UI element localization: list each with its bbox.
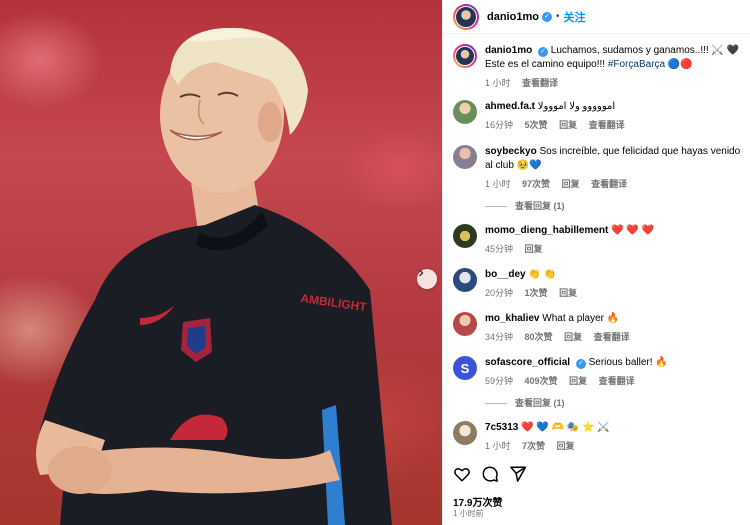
comment-time: 16分钟 [485, 120, 514, 130]
avatar[interactable] [453, 268, 477, 292]
caption: danio1mo ✓ Luchamos, sudamos y ganamos..… [453, 44, 745, 90]
comment-username[interactable]: momo_dieng_habillement [485, 225, 608, 236]
reply-button[interactable]: 回复 [559, 288, 577, 298]
avatar[interactable] [453, 421, 477, 445]
comment-text: What a player 🔥 [542, 313, 620, 324]
reply-button[interactable]: 回复 [564, 332, 582, 342]
comment-username[interactable]: soybeckyo [485, 146, 537, 157]
comment-list[interactable]: danio1mo ✓ Luchamos, sudamos y ganamos..… [443, 35, 750, 453]
comment-icon[interactable] [481, 465, 499, 483]
list-item: 7c5313 ❤️ 💙 🫶 🎭 ⭐ ⚔️ 1 小时 7次赞 回复 [453, 421, 745, 453]
avatar[interactable] [453, 145, 477, 169]
translate-button[interactable]: 查看翻译 [589, 120, 625, 130]
comment-text: ❤️ 💙 🫶 🎭 ⭐ ⚔️ [521, 422, 610, 433]
list-item: ahmed.fa.t امووووو ولا امووولا 16分钟 5次赞 … [453, 100, 745, 132]
follow-button[interactable]: 关注 [563, 9, 585, 25]
list-item: soybeckyo Sos increíble, que felicidad q… [453, 145, 745, 191]
like-count[interactable]: 97次赞 [522, 179, 550, 189]
translate-button[interactable]: 查看翻译 [594, 332, 630, 342]
reply-button[interactable]: 回复 [559, 120, 577, 130]
translate-button[interactable]: 查看翻译 [599, 376, 635, 386]
avatar[interactable] [453, 44, 477, 68]
avatar[interactable] [453, 3, 479, 30]
avatar[interactable] [453, 312, 477, 336]
reply-button[interactable]: 回复 [569, 376, 587, 386]
comment-text: Serious baller! 🔥 [588, 357, 668, 368]
post-time: 1 小时前 [453, 509, 484, 518]
verified-icon: ✓ [538, 47, 549, 57]
verified-icon: ✓ [575, 359, 586, 369]
comment-time: 20分钟 [485, 288, 514, 298]
comment-username[interactable]: sofascore_official [485, 357, 570, 368]
avatar[interactable]: S [453, 356, 477, 380]
comment-username[interactable]: ahmed.fa.t [485, 101, 535, 112]
view-replies-button[interactable]: 查看回复 (1) [485, 199, 565, 212]
like-count[interactable]: 80次赞 [525, 332, 553, 342]
comment-time: 59分钟 [485, 376, 514, 386]
comment-username[interactable]: 7c5313 [485, 422, 518, 433]
comments-panel: danio1mo ✓ • 关注 danio1mo ✓ Luchamos, sud… [442, 0, 750, 525]
sofascore-logo: S [460, 360, 470, 376]
avatar[interactable] [453, 224, 477, 248]
header-username[interactable]: danio1mo [487, 11, 539, 23]
caption-emoji: 🔵🔴 [667, 59, 693, 70]
comment-text: امووووو ولا امووولا [537, 101, 616, 112]
comment-time: 45分钟 [485, 244, 514, 254]
comment-time: 1 小时 [485, 179, 511, 189]
heart-icon[interactable] [453, 465, 471, 483]
comment-username[interactable]: mo_khaliev [485, 313, 539, 324]
player-illustration: AMBILIGHT [36, 27, 392, 525]
like-count[interactable]: 1次赞 [525, 288, 548, 298]
header-separator: • [555, 11, 560, 22]
likes-count[interactable]: 17.9万次赞 [453, 494, 502, 509]
next-image-button[interactable] [417, 269, 437, 289]
like-count[interactable]: 5次赞 [525, 120, 548, 130]
translate-button[interactable]: 查看翻译 [522, 78, 558, 88]
reply-button[interactable]: 回复 [562, 179, 580, 189]
list-item: S sofascore_official ✓ Serious baller! 🔥… [453, 356, 745, 388]
reply-button[interactable]: 回复 [525, 244, 543, 254]
translate-button[interactable]: 查看翻译 [591, 179, 627, 189]
list-item: mo_khaliev What a player 🔥 34分钟 80次赞 回复 … [453, 312, 745, 344]
like-count[interactable]: 7次赞 [522, 441, 545, 451]
avatar[interactable] [453, 100, 477, 124]
share-icon[interactable] [509, 465, 527, 483]
reply-button[interactable]: 回复 [557, 441, 575, 451]
comment-text: ❤️ ❤️ ❤️ [611, 225, 655, 236]
caption-username[interactable]: danio1mo [485, 45, 532, 56]
hashtag-link[interactable]: #ForçaBarça [608, 59, 665, 70]
chevron-right-icon [419, 269, 424, 277]
caption-time: 1 小时 [485, 78, 511, 88]
verified-icon: ✓ [541, 11, 552, 22]
post-photo[interactable]: AMBILIGHT [0, 0, 442, 525]
action-bar [453, 462, 537, 486]
list-item: bo__dey 👏 👏 20分钟 1次赞 回复 [453, 268, 745, 300]
comment-time: 34分钟 [485, 332, 514, 342]
list-item: momo_dieng_habillement ❤️ ❤️ ❤️ 45分钟 回复 [453, 224, 745, 256]
comment-username[interactable]: bo__dey [485, 269, 526, 280]
view-replies-button[interactable]: 查看回复 (1) [485, 396, 565, 409]
comment-time: 1 小时 [485, 441, 511, 451]
post-header: danio1mo ✓ • 关注 [443, 0, 750, 34]
like-count[interactable]: 409次赞 [525, 376, 558, 386]
comment-text: 👏 👏 [528, 269, 557, 280]
